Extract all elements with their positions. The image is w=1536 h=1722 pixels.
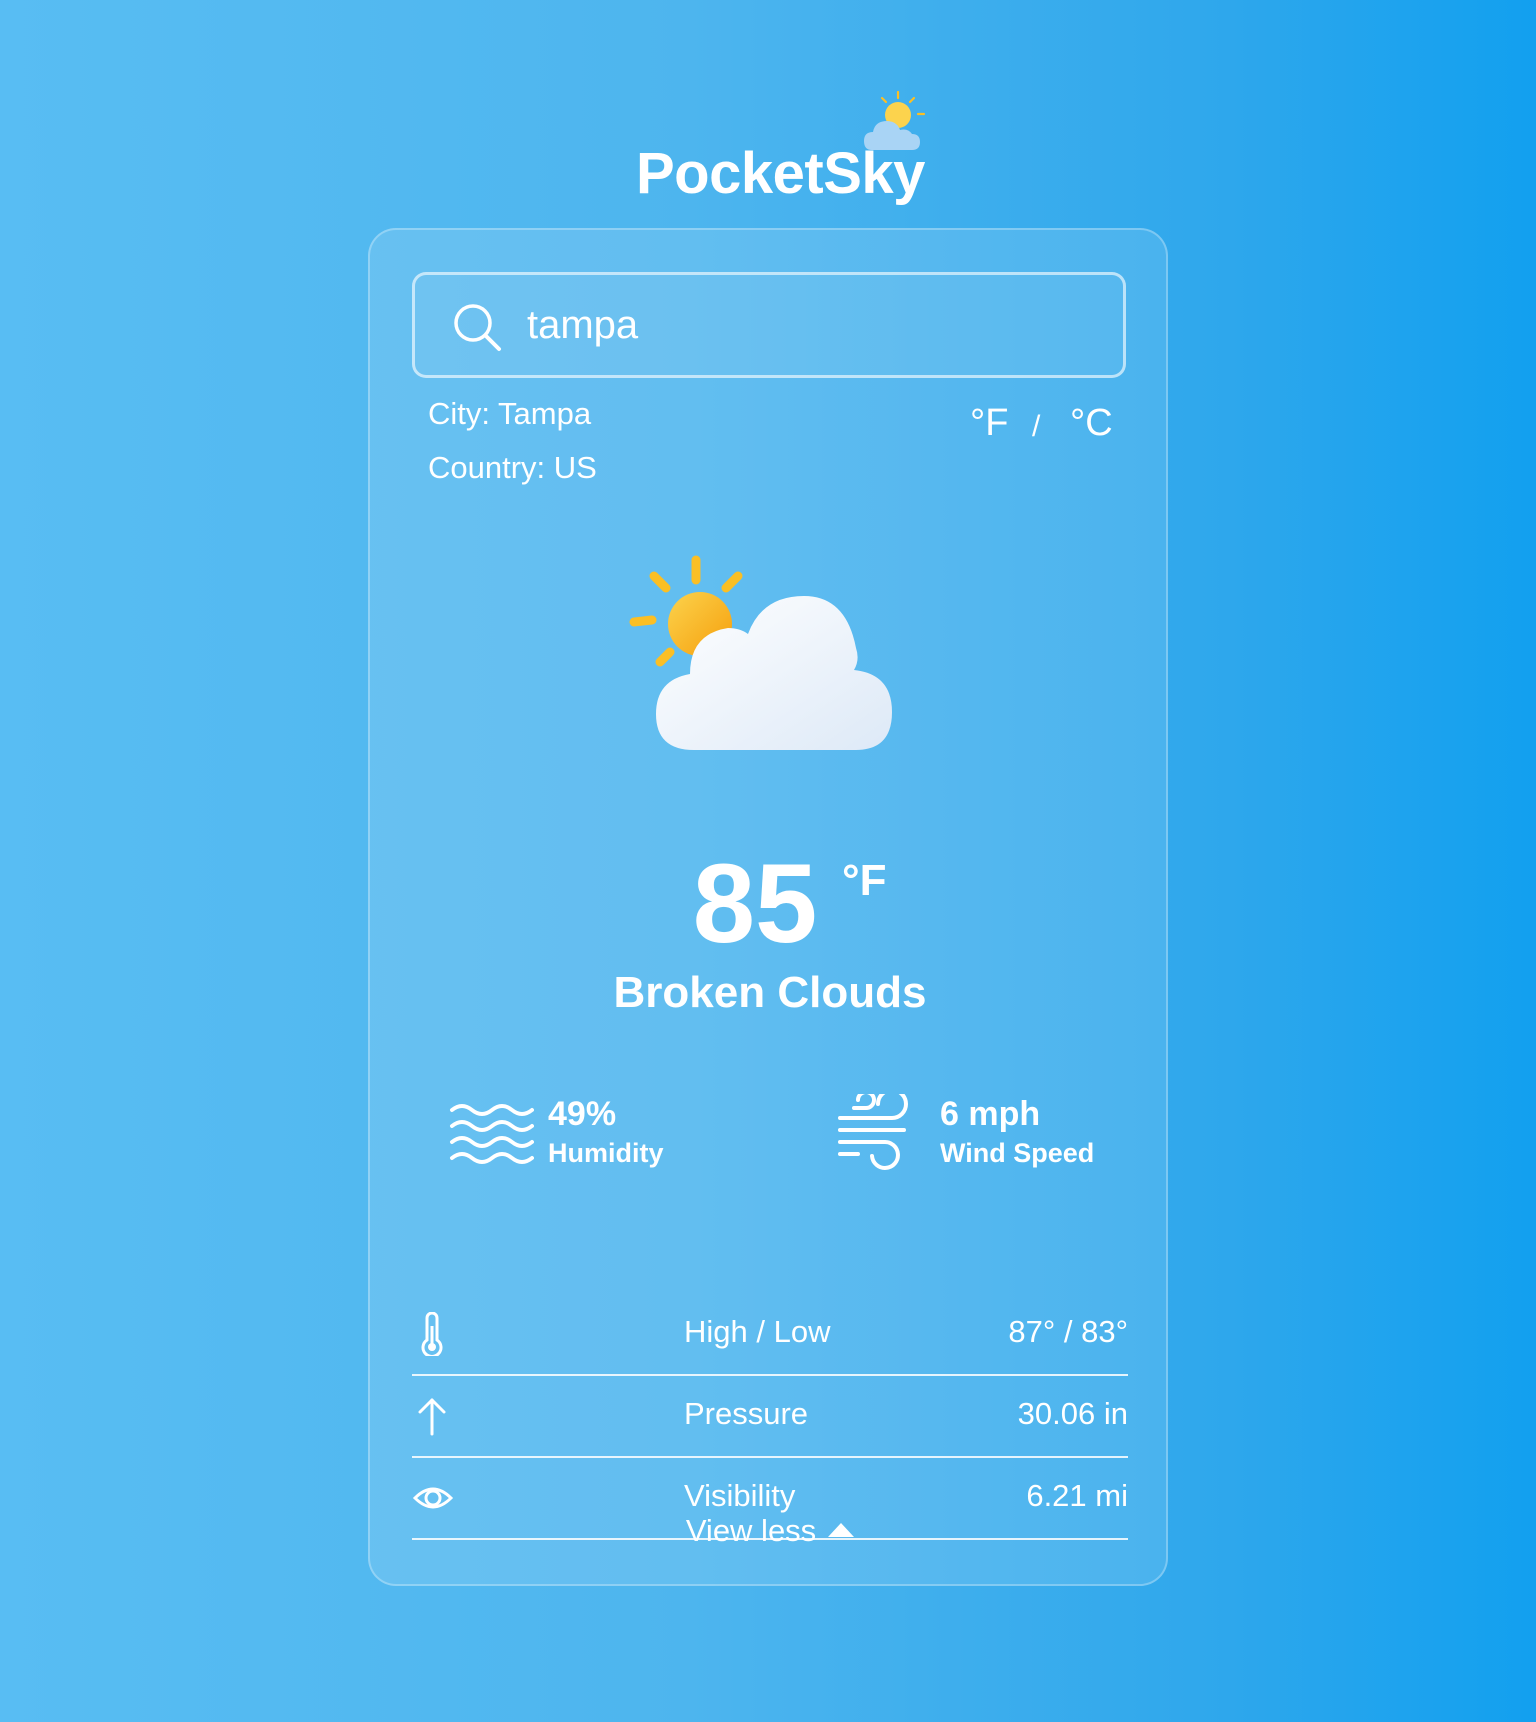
weather-card: City: Tampa Country: US °F / °C 85 °F [368, 228, 1168, 1586]
wind-label: Wind Speed [940, 1138, 1095, 1168]
city-text: City: Tampa [428, 396, 592, 431]
view-less-label: View less [685, 1513, 817, 1548]
search-icon [454, 304, 501, 351]
unit-toggle: °F / °C [970, 398, 1130, 448]
high-low-label: High / Low [684, 1314, 831, 1349]
partly-cloudy-logo-icon [864, 90, 926, 150]
unit-separator: / [1032, 410, 1041, 443]
high-low-value: 87° / 83° [1008, 1314, 1128, 1349]
search-box[interactable] [412, 272, 1126, 378]
humidity-stat: 49% Humidity [448, 1088, 768, 1178]
view-less-button[interactable]: View less [370, 1508, 1170, 1554]
detail-row-high-low: High / Low 87° / 83° [412, 1294, 1128, 1376]
caret-up-icon [828, 1523, 855, 1537]
pressure-value: 30.06 in [1017, 1396, 1128, 1431]
detail-row-pressure: Pressure 30.06 in [412, 1376, 1128, 1458]
temperature-unit: °F [842, 856, 887, 905]
country-text: Country: US [428, 450, 597, 485]
search-input[interactable] [527, 289, 1097, 361]
wind-value: 6 mph [940, 1095, 1041, 1133]
wind-stat: 6 mph Wind Speed [836, 1088, 1156, 1178]
arrow-up-icon [418, 1398, 446, 1436]
weather-condition: Broken Clouds [613, 968, 927, 1017]
celsius-button[interactable]: °C [1070, 398, 1113, 448]
thermometer-icon [421, 1312, 443, 1356]
pressure-label: Pressure [684, 1396, 809, 1431]
partly-cloudy-icon [629, 555, 892, 750]
humidity-waves-icon [450, 1104, 534, 1164]
app-header: PocketSky [0, 88, 1536, 208]
temperature-value: 85 [692, 841, 818, 966]
humidity-value: 49% [548, 1095, 617, 1133]
humidity-label: Humidity [548, 1138, 664, 1168]
wind-icon [838, 1094, 908, 1170]
fahrenheit-button[interactable]: °F [970, 398, 1008, 448]
